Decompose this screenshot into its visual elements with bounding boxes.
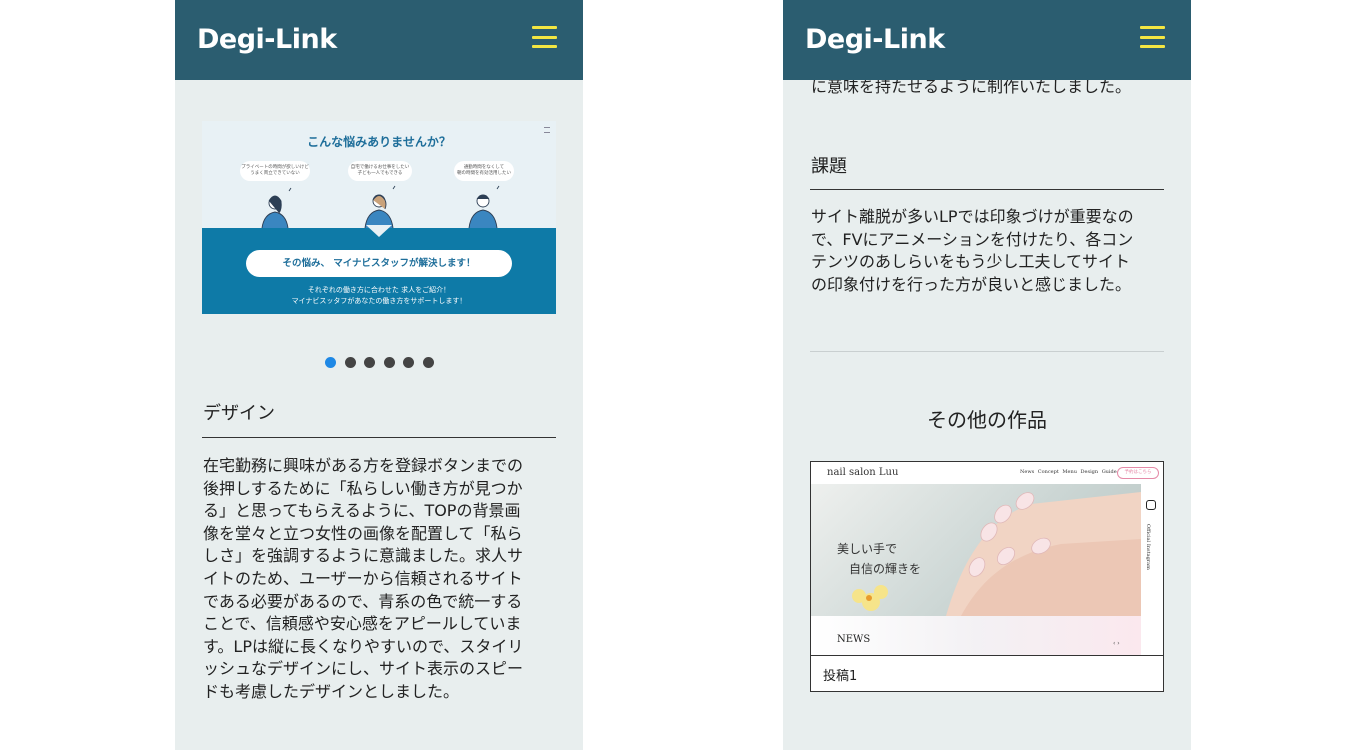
thumb-headline-line: 美しい手で (837, 542, 898, 556)
thumb-nav-links: News Concept Menu Design Guide (1020, 469, 1117, 475)
thumb-side-label: Official Instagram (1145, 524, 1151, 570)
hamburger-menu-icon[interactable] (532, 26, 557, 48)
section-divider-light (810, 351, 1164, 352)
work-card[interactable]: nail salon Luu News Concept Menu Design … (810, 461, 1164, 692)
thumb-headline-line: 自信の輝きを (849, 562, 922, 576)
card-divider (811, 655, 1163, 656)
worried-people-illustration (261, 185, 500, 228)
thumb-news-strip: NEWS ‹ › (811, 616, 1141, 655)
text-line: サイト離脱が多いLPでは印象づけが重要なの (811, 207, 1134, 226)
text-line: 後押しするために「私らしい働き方が見つか (203, 478, 523, 498)
text-line: イトのため、ユーザーから信頼されるサイト (203, 568, 523, 588)
text-line: テンツのあしらいをもう少し工夫してサイト (811, 252, 1131, 272)
text-line: しさ」を強調するように意識ました。求人サ (203, 546, 524, 566)
carousel-dot[interactable] (325, 357, 336, 368)
site-logo[interactable]: Degi-Link (805, 20, 945, 60)
instagram-icon (1146, 500, 1156, 510)
carousel-slide[interactable]: こんな悩みありませんか？ プライベートの時間が欲しいけど うまく両立できていない… (202, 121, 556, 314)
carousel-pagination (325, 353, 443, 368)
site-logo[interactable]: Degi-Link (197, 20, 337, 60)
text-line: ドも考慮したデザインとしました。 (203, 681, 460, 701)
thumb-site-logo: nail salon Luu (827, 467, 899, 478)
carousel-dot[interactable] (364, 357, 376, 368)
text-line: である必要があるので、青系の色で統一する (203, 591, 523, 611)
section-divider (202, 437, 556, 438)
carousel-dot[interactable] (383, 357, 395, 368)
slide-subtext-line: マイナビスッタフがあなたの働き方をサポートします！ (291, 297, 467, 305)
text-line: ことで、信頼感や安心感をアピールしていま (203, 614, 522, 634)
slide-upper-panel: こんな悩みありませんか？ プライベートの時間が欲しいけど うまく両立できていない… (202, 121, 556, 228)
hamburger-menu-icon[interactable] (1140, 26, 1165, 48)
thumb-reserve-button: 予約はこちら (1117, 467, 1159, 479)
text-line: で、FVにアニメーションを付けたり、各コン (811, 229, 1134, 249)
design-description: 在宅勤務に興味がある方を登録ボタンまでの 後押しするために「私らしい働き方が見つ… (203, 455, 563, 704)
text-line: る」と思ってもらえるように、TOPの背景画 (203, 501, 521, 521)
thumb-news-label: NEWS (837, 634, 871, 645)
text-line: の印象付けを行った方が良いと感じました。 (811, 274, 1132, 294)
carousel-dot[interactable] (344, 357, 356, 368)
carousel-dot[interactable] (422, 357, 434, 368)
text-line: ッシュなデザインにし、サイト表示のスピー (203, 659, 524, 679)
thumb-nav-link: News (1020, 469, 1035, 475)
thumb-side-bar: Official Instagram (1141, 484, 1163, 655)
thumb-nav-link: Guide (1101, 469, 1117, 475)
slide-subtext: それぞれの働き方に合わせた 求人をご紹介！ マイナビスッタフがあなたの働き方をサ… (202, 285, 556, 307)
section-divider (810, 189, 1164, 190)
site-header: Degi-Link (175, 0, 583, 80)
other-works-heading: その他の作品 (927, 408, 1047, 432)
phone-right: Degi-Link に意味を持たせるように制作いたしました。 課題 サイト離脱が… (783, 0, 1191, 750)
carousel-dot[interactable] (403, 357, 415, 368)
thumb-nav-link: Menu (1062, 469, 1077, 475)
text-line: 像を堂々と立つ女性の画像を配置して「私ら (203, 523, 523, 543)
text-line: 在宅勤務に興味がある方を登録ボタンまでの (203, 456, 524, 475)
thumb-arrows-icon: ‹ › (1113, 640, 1120, 647)
text-line: す。LPは縦に長くなりやすいので、スタイリ (203, 636, 524, 656)
issue-description: サイト離脱が多いLPでは印象づけが重要なの で、FVにアニメーションを付けたり、… (811, 206, 1171, 296)
slide-subtext-line: それぞれの働き方に合わせた 求人をご紹介！ (307, 286, 451, 294)
solution-cta-button[interactable]: その悩み、 マイナビスタッフが解決します！ (246, 250, 512, 277)
issue-section-title: 課題 (811, 156, 847, 177)
thumb-nav-link: Concept (1037, 469, 1059, 475)
thumb-hero-image: 美しい手で 自信の輝きを (811, 484, 1141, 616)
site-header: Degi-Link (783, 0, 1191, 80)
slide-pointer (366, 225, 392, 237)
work-card-caption: 投稿1 (823, 669, 858, 684)
thumb-nav-link: Design (1080, 469, 1099, 475)
work-thumbnail: nail salon Luu News Concept Menu Design … (811, 462, 1163, 655)
phone-left: Degi-Link こんな悩みありませんか？ プライベートの時間が欲しいけど う… (175, 0, 583, 750)
design-section-title: デザイン (203, 403, 275, 424)
